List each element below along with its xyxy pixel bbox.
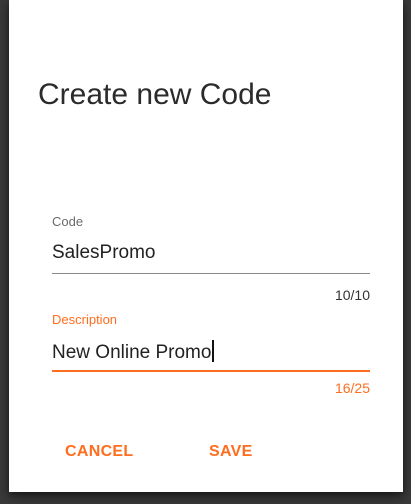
description-input[interactable]: New Online Promo [52,340,214,365]
code-field-underline [52,273,370,274]
create-code-dialog: Create new Code Code SalesPromo 10/10 De… [9,0,403,492]
code-input[interactable]: SalesPromo [52,241,156,265]
description-field[interactable]: Description New Online Promo 16/25 [52,312,370,402]
dialog-actions: CANCEL SAVE [9,437,403,467]
save-button[interactable]: SAVE [209,437,253,467]
description-input-value: New Online Promo [52,342,212,363]
description-field-underline [52,370,370,372]
dialog-title: Create new Code [38,78,272,111]
code-field-label: Code [52,214,84,229]
cancel-button[interactable]: CANCEL [65,437,133,467]
description-char-counter: 16/25 [334,380,370,396]
code-char-counter: 10/10 [334,287,370,303]
text-caret [212,340,214,362]
description-field-label: Description [52,312,118,327]
code-field[interactable]: Code SalesPromo 10/10 [52,214,370,304]
